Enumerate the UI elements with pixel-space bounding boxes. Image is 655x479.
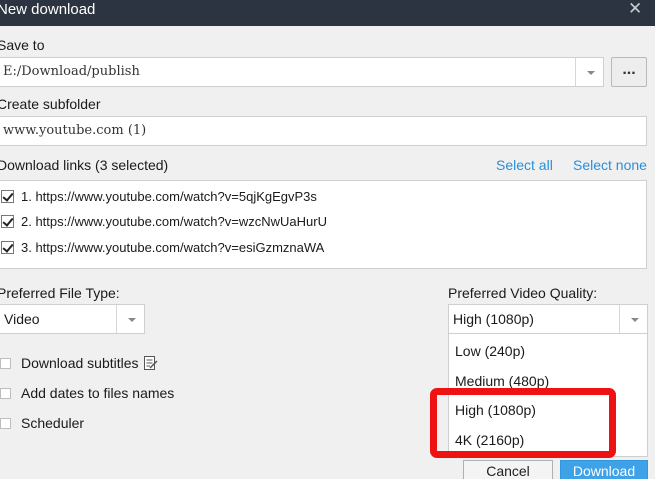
select-none-link[interactable]: Select none: [573, 156, 647, 174]
subtitles-option[interactable]: Download subtitles: [0, 355, 158, 371]
download-links-label: Download links (3 selected): [0, 157, 169, 173]
save-to-path-value: E:/Download/publish: [3, 64, 140, 79]
subfolder-field[interactable]: www.youtube.com (1): [0, 116, 647, 146]
link-checkbox[interactable]: [1, 214, 14, 228]
dialog-title: New download: [0, 1, 96, 18]
browse-button[interactable]: ...: [611, 57, 647, 87]
subtitles-checkbox[interactable]: [0, 357, 11, 369]
save-to-path-field[interactable]: E:/Download/publish: [0, 57, 604, 87]
edit-note-icon[interactable]: [143, 355, 158, 371]
list-item[interactable]: 2. https://www.youtube.com/watch?v=wzcNw…: [0, 211, 327, 231]
quality-option-low[interactable]: Low (240p): [455, 342, 525, 360]
scheduler-label: Scheduler: [21, 415, 85, 431]
link-url: 1. https://www.youtube.com/watch?v=5qjKg…: [21, 188, 317, 204]
select-all-link[interactable]: Select all: [496, 156, 553, 174]
video-quality-value: High (1080p): [453, 311, 534, 327]
download-button[interactable]: Download: [560, 460, 648, 479]
scheduler-option[interactable]: Scheduler: [0, 415, 84, 431]
subfolder-label: Create subfolder: [0, 96, 101, 112]
file-type-label: Preferred File Type:: [0, 285, 120, 301]
list-item[interactable]: 1. https://www.youtube.com/watch?v=5qjKg…: [0, 186, 317, 206]
save-to-label: Save to: [0, 37, 45, 53]
chevron-down-icon[interactable]: [116, 305, 144, 333]
close-icon[interactable]: ✕: [628, 0, 642, 18]
list-item[interactable]: 3. https://www.youtube.com/watch?v=esiGz…: [0, 237, 324, 257]
add-dates-option[interactable]: Add dates to files names: [0, 385, 174, 401]
video-quality-label: Preferred Video Quality:: [448, 285, 598, 301]
chevron-down-icon[interactable]: [619, 305, 647, 333]
title-bar: New download ✕: [0, 0, 655, 26]
link-url: 2. https://www.youtube.com/watch?v=wzcNw…: [21, 213, 327, 229]
video-quality-select[interactable]: High (1080p): [448, 304, 648, 334]
add-dates-checkbox[interactable]: [0, 387, 11, 399]
chevron-down-icon[interactable]: [575, 58, 603, 86]
file-type-select[interactable]: Video: [0, 304, 145, 334]
scheduler-checkbox[interactable]: [0, 417, 11, 429]
file-type-value: Video: [4, 311, 40, 327]
subfolder-value: www.youtube.com (1): [3, 123, 147, 138]
cancel-button[interactable]: Cancel: [463, 460, 553, 479]
subtitles-label: Download subtitles: [21, 355, 139, 371]
download-links-list: 1. https://www.youtube.com/watch?v=5qjKg…: [0, 180, 647, 269]
link-checkbox[interactable]: [1, 189, 14, 203]
link-url: 3. https://www.youtube.com/watch?v=esiGz…: [21, 239, 325, 255]
link-checkbox[interactable]: [1, 240, 14, 254]
annotation-highlight-box: [430, 388, 616, 458]
add-dates-label: Add dates to files names: [21, 385, 175, 401]
